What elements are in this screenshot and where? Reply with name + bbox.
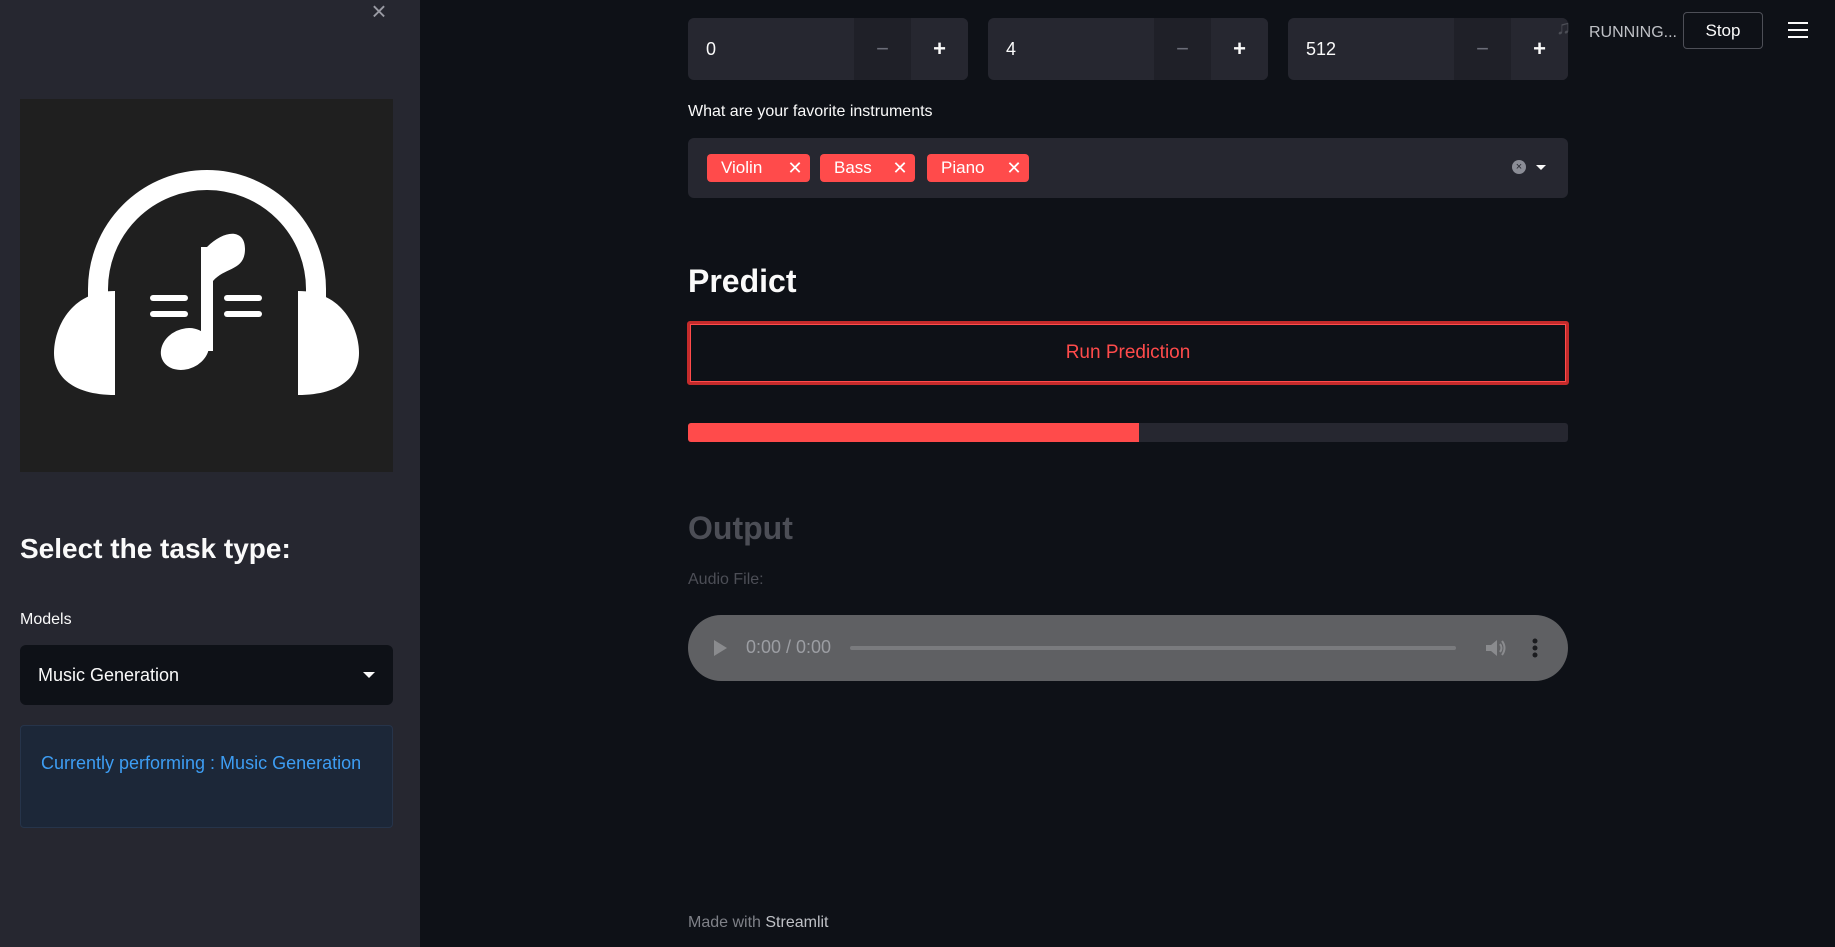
tag-violin: Violin ✕ [707,154,810,182]
audio-time: 0:00 / 0:00 [746,637,832,657]
output-heading: Output [688,510,793,546]
tag-label: Violin [721,158,763,177]
app-logo [20,99,393,472]
audio-player: 0:00 / 0:00 [688,615,1568,681]
play-icon[interactable] [714,640,727,656]
remove-tag-icon[interactable]: ✕ [780,158,810,179]
instruments-multiselect[interactable]: Violin ✕ Bass ✕ Piano ✕ × [688,138,1568,198]
tag-label: Bass [834,158,872,177]
progress-fill [688,423,1140,442]
models-select-value: Music Generation [38,664,180,685]
remove-tag-icon[interactable]: ✕ [999,158,1029,179]
instruments-label: What are your favorite instruments [688,103,933,120]
number-input-2: 4 − + [988,18,1268,80]
number-input-1: 0 − + [688,18,968,80]
decrement-button[interactable]: − [854,18,911,80]
remove-tag-icon[interactable]: ✕ [885,158,915,179]
chevron-down-icon[interactable] [1536,165,1546,170]
increment-button[interactable]: + [911,18,968,80]
menu-icon[interactable] [1788,22,1808,40]
running-status-icon: ♫ [1556,17,1571,39]
footer: Made with Streamlit [688,914,829,932]
clear-all-icon[interactable]: × [1512,160,1526,174]
number-input-2-value[interactable]: 4 [988,18,1154,80]
more-options-icon[interactable] [1532,637,1538,659]
number-input-3-value[interactable]: 512 [1288,18,1454,80]
decrement-button[interactable]: − [1154,18,1211,80]
predict-heading: Predict [688,263,797,299]
tag-piano: Piano ✕ [927,154,1029,182]
streamlit-link[interactable]: Streamlit [765,914,828,931]
number-input-1-value[interactable]: 0 [688,18,854,80]
tag-bass: Bass ✕ [820,154,915,182]
models-select[interactable]: Music Generation [20,645,393,705]
footer-prefix: Made with [688,914,766,931]
audio-file-label: Audio File: [688,571,764,588]
volume-icon[interactable] [1484,637,1508,659]
task-type-heading: Select the task type: [20,533,291,564]
increment-button[interactable]: + [1211,18,1268,80]
run-prediction-button[interactable]: Run Prediction [687,321,1569,385]
models-label: Models [20,611,72,628]
tag-label: Piano [941,158,985,177]
stop-button[interactable]: Stop [1683,12,1763,49]
chevron-down-icon [363,672,375,678]
close-sidebar-icon[interactable]: × [366,0,392,26]
audio-scrubber[interactable] [850,646,1456,650]
info-alert: Currently performing : Music Generation [20,725,393,828]
progress-bar [688,423,1568,442]
number-input-3: 512 − + [1288,18,1568,80]
running-status: RUNNING... [1589,24,1677,41]
headphones-music-note-icon [54,170,359,395]
decrement-button[interactable]: − [1454,18,1511,80]
sidebar: × Select the task type: Models Music Gen… [0,0,420,947]
